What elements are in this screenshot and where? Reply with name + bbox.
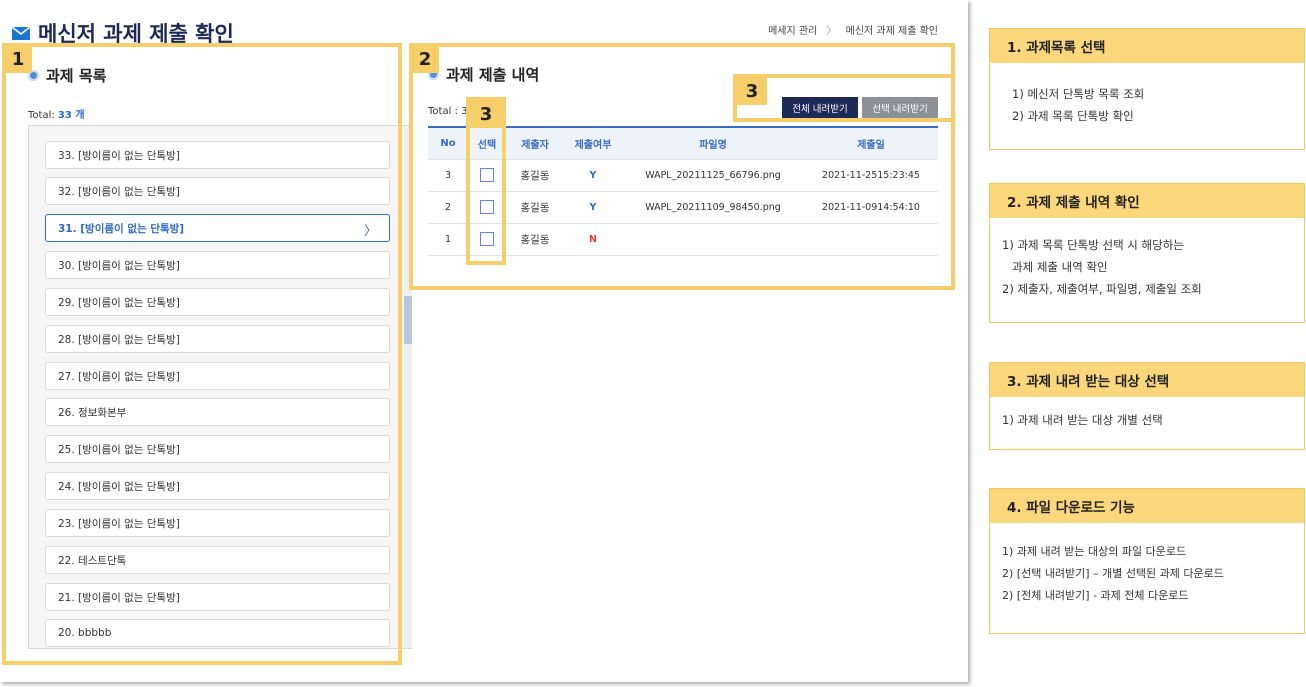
guide-line: 2) 과제 목록 단톡방 확인 (1012, 109, 1134, 123)
list-item[interactable]: 25. [방이름이 없는 단톡방] (45, 435, 390, 463)
download-selected-button[interactable]: 선택 내려받기 (862, 97, 938, 119)
cell-date: 2021-11-2515:23:45 (804, 159, 938, 192)
cell-filename (622, 223, 804, 256)
list-item[interactable]: 32. [방이름이 없는 단톡방] (45, 177, 390, 205)
guide-card-title: 2. 과제 제출 내역 확인 (990, 184, 1304, 218)
guide-line: 2) 제출자, 제출여부, 파일명, 제출일 조회 (1002, 282, 1202, 296)
cell-submitted: Y (564, 191, 622, 224)
assignment-total: Total: 33 개 (28, 110, 85, 121)
column-header-submitted: 제출여부 (564, 127, 622, 160)
guide-card-title: 3. 과제 내려 받는 대상 선택 (990, 363, 1304, 397)
list-item[interactable]: 29. [방이름이 없는 단톡방] (45, 288, 390, 316)
mail-icon (12, 26, 30, 40)
guide-card-4: 4. 파일 다운로드 기능 1) 과제 내려 받는 대상의 파일 다운로드 2)… (989, 488, 1305, 634)
annotation-tag-3-checkboxes: 3 (470, 100, 502, 128)
list-item-active[interactable]: 31. [방이름이 없는 단톡방] 〉 (45, 214, 390, 242)
app-screen: 메신저 과제 제출 확인 메세지 관리 〉 메신저 과제 제출 확인 과제 목록… (0, 0, 968, 682)
list-scrollbar[interactable] (404, 126, 412, 648)
guide-line: 1) 메신저 단톡방 목록 조회 (1012, 87, 1145, 101)
cell-no: 1 (428, 223, 468, 256)
submission-total: Total : 3 (428, 106, 468, 117)
column-header-no: No (428, 127, 468, 160)
cell-submitter: 홍길동 (506, 159, 564, 192)
submission-table: No 선택 제출자 제출여부 파일명 제출일 3 홍길동 Y WAPL_2021… (428, 126, 938, 256)
cell-submitted: N (564, 223, 622, 256)
cell-no: 3 (428, 159, 468, 192)
list-item[interactable]: 23. [방이름이 없는 단톡방] (45, 509, 390, 537)
list-item[interactable]: 26. 정보화본부 (45, 398, 390, 426)
guide-card-title: 1. 과제목록 선택 (990, 29, 1304, 63)
page-title: 메신저 과제 제출 확인 (12, 18, 234, 48)
list-item[interactable]: 22. 테스트단톡 (45, 546, 390, 574)
breadcrumb: 메세지 관리 〉 메신저 과제 제출 확인 (768, 22, 938, 37)
cell-select (468, 223, 506, 256)
chevron-right-icon: 〉 (826, 26, 837, 37)
assignment-list-title: 과제 목록 (28, 65, 106, 86)
annotation-tag-1: 1 (4, 45, 32, 73)
cell-date: 2021-11-0914:54:10 (804, 191, 938, 224)
guide-card-title: 4. 파일 다운로드 기능 (990, 489, 1304, 523)
annotation-tag-2: 2 (411, 45, 439, 73)
guide-line: 1) 과제 내려 받는 대상 개별 선택 (1002, 413, 1163, 427)
breadcrumb-item-current: 메신저 과제 제출 확인 (845, 26, 938, 37)
annotation-tag-3-buttons: 3 (737, 77, 767, 105)
cell-submitter: 홍길동 (506, 223, 564, 256)
list-item[interactable]: 24. [방이름이 없는 단톡방] (45, 472, 390, 500)
guide-card-3: 3. 과제 내려 받는 대상 선택 1) 과제 내려 받는 대상 개별 선택 (989, 362, 1305, 450)
guide-line: 1) 과제 목록 단톡방 선택 시 해당하는 (1002, 238, 1184, 252)
cell-select (468, 159, 506, 192)
column-header-date: 제출일 (804, 127, 938, 160)
select-checkbox[interactable] (480, 168, 494, 182)
breadcrumb-item-message-admin[interactable]: 메세지 관리 (768, 26, 817, 37)
list-item[interactable]: 33. [방이름이 없는 단톡방] (45, 141, 390, 169)
scrollbar-thumb[interactable] (404, 296, 412, 344)
cell-filename[interactable]: WAPL_20211125_66796.png (622, 159, 804, 192)
select-checkbox[interactable] (480, 232, 494, 246)
list-item[interactable]: 21. [방이름이 없는 단톡방] (45, 583, 390, 611)
column-header-filename: 파일명 (622, 127, 804, 160)
select-checkbox[interactable] (480, 200, 494, 214)
page-title-text: 메신저 과제 제출 확인 (38, 22, 234, 46)
table-header-row: No 선택 제출자 제출여부 파일명 제출일 (428, 127, 938, 160)
cell-select (468, 191, 506, 224)
guide-line: 2) [전체 내려받기] - 과제 전체 다운로드 (1002, 589, 1189, 602)
cell-submitted: Y (564, 159, 622, 192)
cell-submitter: 홍길동 (506, 191, 564, 224)
guide-line: 과제 제출 내역 확인 (1012, 260, 1108, 274)
cell-date (804, 223, 938, 256)
list-item[interactable]: 30. [방이름이 없는 단톡방] (45, 251, 390, 279)
table-row: 1 홍길동 N (428, 223, 938, 256)
guide-line: 2) [선택 내려받기] – 개별 선택된 과제 다운로드 (1002, 567, 1224, 580)
download-all-button[interactable]: 전체 내려받기 (782, 97, 858, 119)
list-item[interactable]: 28. [방이름이 없는 단톡방] (45, 325, 390, 353)
table-row: 2 홍길동 Y WAPL_20211109_98450.png 2021-11-… (428, 191, 938, 224)
column-header-submitter: 제출자 (506, 127, 564, 160)
column-header-select: 선택 (468, 127, 506, 160)
guide-line: 1) 과제 내려 받는 대상의 파일 다운로드 (1002, 545, 1187, 558)
cell-no: 2 (428, 191, 468, 224)
assignment-list: 33. [방이름이 없는 단톡방] 32. [방이름이 없는 단톡방] 31. … (28, 125, 412, 649)
cell-filename[interactable]: WAPL_20211109_98450.png (622, 191, 804, 224)
submission-history-title: 과제 제출 내역 (428, 64, 539, 85)
assignment-list-panel: 과제 목록 Total: 33 개 33. [방이름이 없는 단톡방] 32. … (28, 63, 412, 649)
chevron-right-icon: 〉 (363, 224, 377, 239)
table-row: 3 홍길동 Y WAPL_20211125_66796.png 2021-11-… (428, 159, 938, 192)
list-item[interactable]: 20. bbbbb (45, 619, 390, 647)
list-item[interactable]: 27. [방이름이 없는 단톡방] (45, 362, 390, 390)
guide-card-1: 1. 과제목록 선택 1) 메신저 단톡방 목록 조회 2) 과제 목록 단톡방… (989, 28, 1305, 150)
guide-card-2: 2. 과제 제출 내역 확인 1) 과제 목록 단톡방 선택 시 해당하는 과제… (989, 183, 1305, 323)
